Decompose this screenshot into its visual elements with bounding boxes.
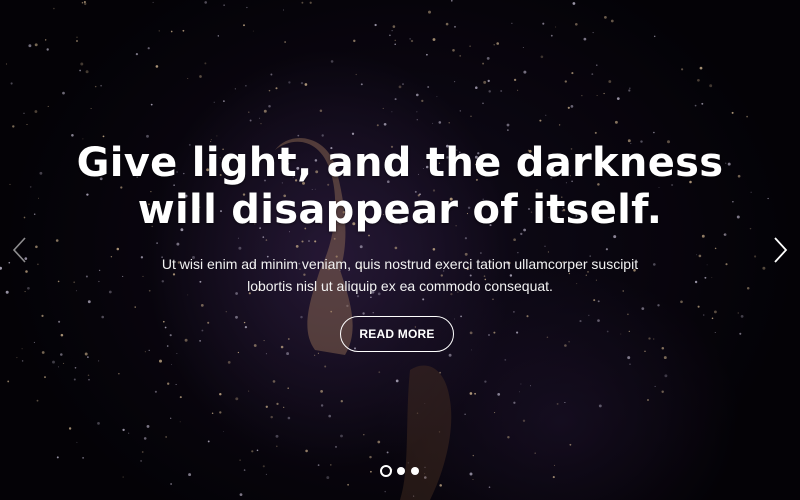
slide-pagination xyxy=(378,465,422,477)
description-line-1: Ut wisi enim ad minim veniam, quis nostr… xyxy=(161,256,639,272)
headline-line-1: Give light, and the darkness xyxy=(76,140,724,186)
hero-slider: Give light, and the darkness will disapp… xyxy=(0,0,800,500)
headline-line-2: will disappear of itself. xyxy=(137,187,663,233)
previous-slide-button[interactable] xyxy=(7,232,33,268)
pagination-dot-3[interactable] xyxy=(411,467,419,475)
next-slide-button[interactable] xyxy=(767,232,793,268)
slide-headline: Give light, and the darkness will disapp… xyxy=(0,140,800,234)
pagination-dot-2[interactable] xyxy=(397,467,405,475)
description-line-2: lobortis nisl ut aliquip ex ea commodo c… xyxy=(247,278,553,294)
pagination-dot-1[interactable] xyxy=(380,465,392,477)
image-overlay xyxy=(0,0,800,500)
chevron-left-icon xyxy=(12,237,26,263)
slide-description: Ut wisi enim ad minim veniam, quis nostr… xyxy=(150,253,650,297)
read-more-button[interactable]: READ MORE xyxy=(340,316,454,352)
chevron-right-icon xyxy=(774,237,788,263)
